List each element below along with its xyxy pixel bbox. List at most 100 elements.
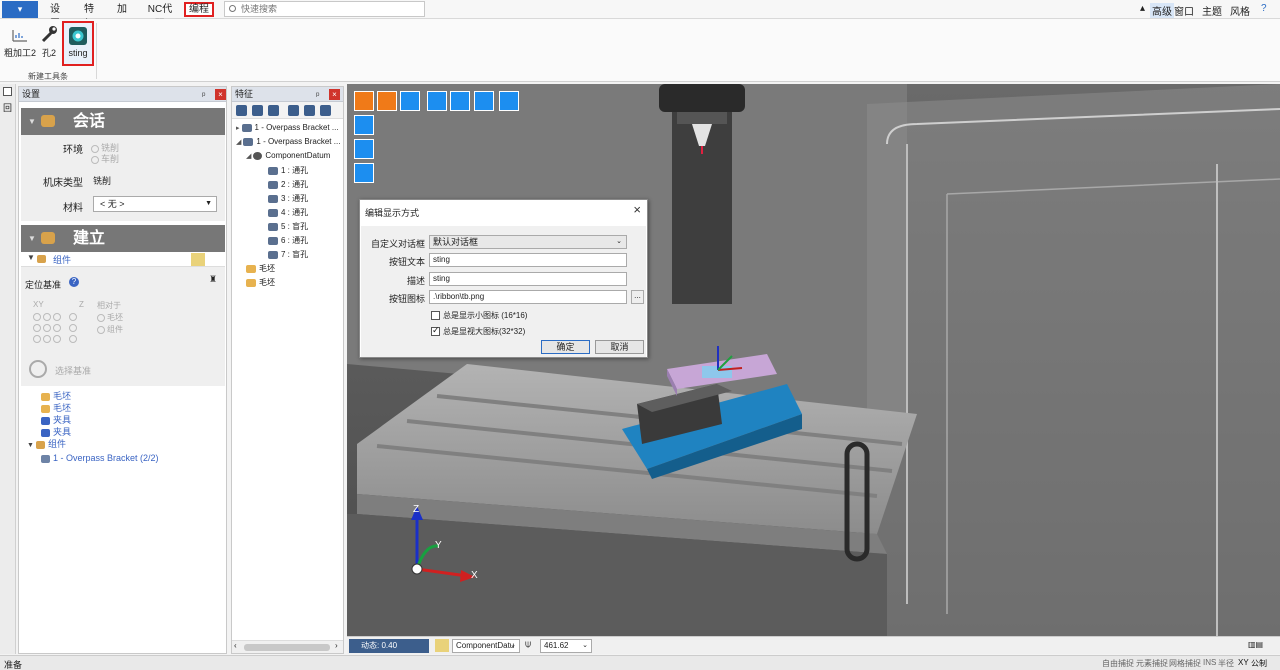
- radius-indicator[interactable]: 半径: [1218, 658, 1234, 669]
- select-datum-label[interactable]: 选择基准: [55, 364, 91, 377]
- layout-icon[interactable]: ▥▤: [1248, 640, 1263, 649]
- feature-item-stock-1[interactable]: 毛坯: [246, 263, 275, 274]
- button-text-input[interactable]: sting: [429, 253, 627, 267]
- tab-programming[interactable]: 编程: [184, 2, 214, 17]
- view-side-icon[interactable]: [354, 163, 374, 183]
- feature-item-bracket-1[interactable]: ▸ 1 - Overpass Bracket ...: [236, 123, 342, 132]
- dock-tab-label[interactable]: 回: [3, 101, 12, 114]
- relative-option-stock[interactable]: 毛坯: [97, 312, 123, 323]
- collapse-ribbon-icon[interactable]: ▴: [1140, 3, 1145, 14]
- small-icon-checkbox[interactable]: 总是显示小图标 (16*16): [431, 310, 527, 321]
- tab-settings[interactable]: 设置: [46, 2, 64, 30]
- scrollbar-thumb[interactable]: [244, 644, 330, 651]
- feature-tool-6-icon[interactable]: [320, 105, 331, 116]
- feature-item-stock-2[interactable]: 毛坯: [246, 277, 275, 288]
- feature-item-bracket-2[interactable]: ◢ 1 - Overpass Bracket ...: [236, 137, 342, 146]
- checkbox-icon: [431, 311, 440, 321]
- snap-free[interactable]: 自由捕捉: [1102, 658, 1134, 669]
- snap-element[interactable]: 元素捕捉: [1136, 658, 1168, 669]
- search-input[interactable]: [241, 3, 421, 15]
- 3d-viewport[interactable]: Z Y X: [347, 84, 1280, 636]
- feature-tool-2-icon[interactable]: [252, 105, 263, 116]
- feature-item-hole-5[interactable]: 5 : 盲孔: [268, 221, 308, 232]
- feature-item-hole-4[interactable]: 4 : 通孔: [268, 207, 308, 218]
- snap-grid[interactable]: 网格捕捉: [1169, 658, 1201, 669]
- rough-machining-2-button[interactable]: 粗加工2: [2, 21, 38, 61]
- select-datum-icon[interactable]: [29, 360, 47, 378]
- checkbox-checked-icon: [431, 325, 440, 337]
- view-machine-icon[interactable]: [377, 91, 397, 111]
- datum-tool-icon[interactable]: [435, 639, 449, 652]
- feature-item-hole-2[interactable]: 2 : 通孔: [268, 179, 308, 190]
- close-icon[interactable]: ×: [215, 89, 226, 100]
- menu-window[interactable]: 窗口: [1174, 3, 1194, 18]
- custom-dialog-select[interactable]: 默认对话框 ⌄: [429, 235, 627, 249]
- tool-icon[interactable]: ⍦: [525, 639, 531, 650]
- component-row[interactable]: ▼ 组件: [21, 252, 225, 267]
- scroll-left-icon[interactable]: ‹: [234, 641, 237, 650]
- tab-features[interactable]: 特征: [80, 2, 98, 30]
- quick-search-box[interactable]: [224, 1, 425, 17]
- close-icon[interactable]: ×: [329, 89, 340, 100]
- hole-2-button[interactable]: 孔2: [38, 21, 60, 61]
- feature-tool-4-icon[interactable]: [288, 105, 299, 116]
- plane-indicator[interactable]: XY: [1238, 658, 1249, 667]
- feature-item-component-datum[interactable]: ◢ ComponentDatum: [246, 151, 342, 160]
- menu-advanced[interactable]: 高级: [1150, 3, 1174, 18]
- material-select[interactable]: < 无 > ▼: [93, 196, 217, 212]
- feature-tool-3-icon[interactable]: [268, 105, 279, 116]
- pin-icon[interactable]: ᵖ: [316, 88, 319, 102]
- view-iso-icon[interactable]: [354, 115, 374, 135]
- tree-item-overpass-bracket[interactable]: 1 - Overpass Bracket (2/2): [41, 453, 159, 463]
- description-input[interactable]: sting: [429, 272, 627, 286]
- app-menu-button[interactable]: ▾: [2, 1, 38, 18]
- tree-item-component[interactable]: ▼ 组件: [27, 437, 66, 450]
- build-section-header[interactable]: ▼ 建立: [21, 225, 225, 252]
- dock-tab-icon[interactable]: [3, 87, 12, 96]
- feature-item-hole-3[interactable]: 3 : 通孔: [268, 193, 308, 204]
- view-tool-icon[interactable]: [427, 91, 447, 111]
- help-icon[interactable]: ?: [1261, 3, 1267, 14]
- ribbon-group-label: 新建工具条: [28, 72, 68, 81]
- session-section-header[interactable]: ▼ 会话: [21, 108, 225, 135]
- session-section-body: 环境 铣削 车削 机床类型 铣削 材料 < 无 > ▼: [21, 135, 225, 221]
- tab-nc-code[interactable]: NC代码: [146, 2, 174, 30]
- view-tree-icon[interactable]: [499, 91, 519, 111]
- value-combo[interactable]: 461.62 ⌄: [540, 639, 592, 653]
- menu-theme[interactable]: 主题: [1202, 3, 1222, 18]
- feature-item-hole-6[interactable]: 6 : 通孔: [268, 235, 308, 246]
- view-box-icon[interactable]: [354, 91, 374, 111]
- collapse-arrow-icon: ▼: [28, 234, 36, 243]
- sting-button[interactable]: sting: [62, 21, 94, 66]
- relative-option-component[interactable]: 组件: [97, 324, 123, 335]
- scroll-right-icon[interactable]: ›: [335, 641, 338, 650]
- animation-speed[interactable]: 动态: 0.40: [349, 639, 429, 653]
- status-bar: 准备 自由捕捉 元素捕捉 网格捕捉 INS 半径 XY 公制: [0, 655, 1280, 670]
- datum-tool-icon[interactable]: ♜: [209, 274, 217, 285]
- ok-button[interactable]: 确定: [541, 340, 590, 354]
- datum-combo[interactable]: ComponentDatu ⌄: [452, 639, 520, 653]
- large-icon-checkbox[interactable]: 总是显视大图标(32*32): [431, 325, 525, 337]
- close-icon[interactable]: ×: [633, 202, 641, 217]
- zoom-icon[interactable]: [450, 91, 470, 111]
- unit-indicator[interactable]: 公制: [1251, 658, 1267, 669]
- browse-button[interactable]: ...: [631, 290, 644, 304]
- xy-label: XY: [33, 300, 44, 309]
- pin-icon[interactable]: ᵖ: [202, 88, 205, 102]
- feature-item-hole-7[interactable]: 7 : 盲孔: [268, 249, 308, 260]
- menu-style[interactable]: 风格: [1230, 3, 1250, 18]
- component-tool-icon[interactable]: [191, 253, 205, 266]
- tab-machining[interactable]: 加工: [113, 2, 131, 30]
- view-front-icon[interactable]: [354, 139, 374, 159]
- help-icon[interactable]: ?: [69, 277, 79, 287]
- feature-tool-5-icon[interactable]: [304, 105, 315, 116]
- button-icon-input[interactable]: .\ribbon\tb.png: [429, 290, 627, 304]
- view-fixture-icon[interactable]: [400, 91, 420, 111]
- datum-grid[interactable]: [33, 312, 79, 345]
- feature-item-hole-1[interactable]: 1 : 通孔: [268, 165, 308, 176]
- view-list-icon[interactable]: [474, 91, 494, 111]
- env-option-turning[interactable]: 车削: [91, 152, 119, 165]
- feature-horizontal-scrollbar[interactable]: ‹ ›: [232, 640, 343, 653]
- cancel-button[interactable]: 取消: [595, 340, 644, 354]
- feature-tool-1-icon[interactable]: [236, 105, 247, 116]
